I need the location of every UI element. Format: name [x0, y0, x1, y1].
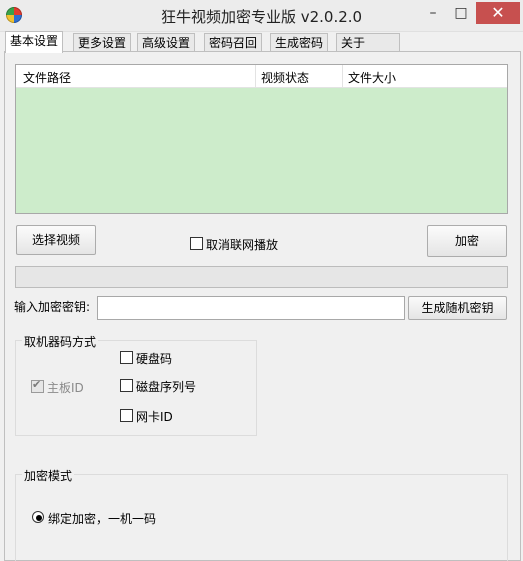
checkbox-label: 主板ID [47, 381, 84, 395]
checkbox-box[interactable] [190, 237, 203, 250]
checkbox-box[interactable] [120, 351, 133, 364]
checkbox-box: ✔ [31, 378, 44, 393]
checkbox-box[interactable] [120, 379, 133, 392]
column-divider[interactable] [342, 65, 343, 87]
generate-random-key-button[interactable]: 生成随机密钥 [408, 296, 507, 320]
tab-generate-password[interactable]: 生成密码 [270, 33, 329, 52]
radio-button[interactable] [32, 511, 44, 523]
checkbox-label: 取消联网播放 [206, 238, 279, 252]
column-header-video-status[interactable]: 视频状态 [261, 69, 309, 86]
tab-about[interactable]: 关于 [336, 33, 400, 52]
encrypt-mode-legend: 加密模式 [22, 467, 75, 484]
key-label: 输入加密密钥: [14, 300, 91, 314]
column-header-file-path[interactable]: 文件路径 [23, 69, 71, 86]
select-video-button[interactable]: 选择视频 [16, 225, 96, 255]
radio-label: 绑定加密，一机一码 [48, 512, 157, 526]
checkbox-label: 磁盘序列号 [136, 380, 197, 394]
minimize-button[interactable]: – [420, 2, 446, 24]
column-header-file-size[interactable]: 文件大小 [348, 69, 396, 86]
encryption-key-input[interactable] [97, 296, 405, 320]
title-bar: 狂牛视频加密专业版 v2.0.2.0 – □ ✕ [0, 0, 523, 32]
encrypt-button[interactable]: 加密 [427, 225, 507, 257]
checkbox-label: 网卡ID [136, 410, 173, 424]
tab-basic-settings[interactable]: 基本设置 [5, 31, 64, 53]
checkmark-icon: ✔ [32, 378, 42, 391]
maximize-button[interactable]: □ [448, 2, 474, 24]
checkbox-label: 硬盘码 [136, 352, 173, 366]
radio-selected-dot [36, 515, 42, 521]
tab-advanced-settings[interactable]: 高级设置 [137, 33, 196, 52]
progress-bar [15, 266, 508, 288]
file-table[interactable]: 文件路径 视频状态 文件大小 [15, 64, 508, 214]
tab-password-recall[interactable]: 密码召回 [204, 33, 263, 52]
checkbox-box[interactable] [120, 409, 133, 422]
table-header: 文件路径 视频状态 文件大小 [16, 65, 507, 88]
close-button[interactable]: ✕ [476, 2, 520, 24]
tab-more-settings[interactable]: 更多设置 [73, 33, 132, 52]
column-divider[interactable] [255, 65, 256, 87]
machine-code-legend: 取机器码方式 [22, 333, 99, 350]
